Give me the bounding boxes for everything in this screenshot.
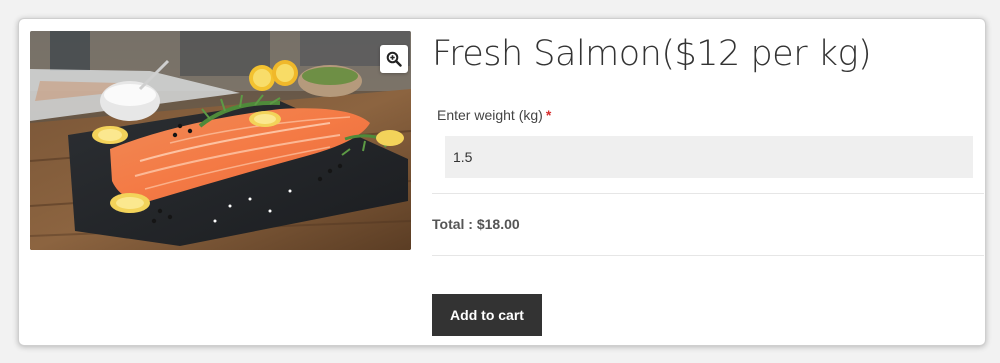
zoom-button[interactable] — [380, 45, 408, 73]
product-card: Fresh Salmon($12 per kg) Enter weight (k… — [18, 18, 986, 346]
weight-input[interactable] — [445, 136, 973, 178]
divider — [432, 193, 984, 194]
weight-label-text: Enter weight (kg) — [437, 107, 543, 123]
page-background: Fresh Salmon($12 per kg) Enter weight (k… — [0, 0, 1000, 363]
add-to-cart-button[interactable]: Add to cart — [432, 294, 542, 336]
zoom-in-icon — [386, 51, 402, 67]
divider — [432, 255, 984, 256]
salmon-photo — [30, 31, 411, 250]
required-marker: * — [545, 107, 552, 123]
total-price: Total : $18.00 — [432, 216, 520, 232]
product-title: Fresh Salmon($12 per kg) — [432, 34, 872, 74]
weight-label: Enter weight (kg) * — [437, 107, 551, 123]
product-image[interactable] — [30, 31, 411, 250]
